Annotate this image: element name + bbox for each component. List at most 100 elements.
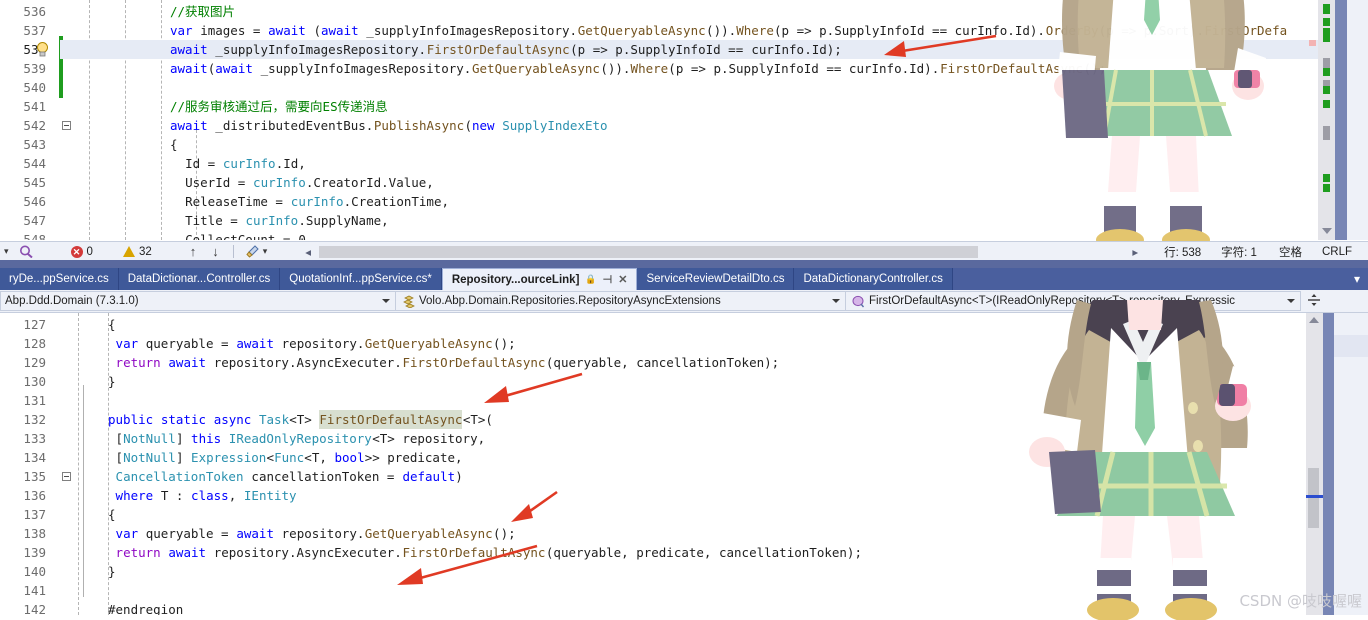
code-token: await bbox=[170, 42, 216, 57]
member-dropdown-label: FirstOrDefaultAsync<T>(IReadOnlyReposito… bbox=[869, 295, 1235, 307]
error-count-label: 0 bbox=[86, 245, 93, 258]
code-token: UserId = bbox=[185, 175, 253, 190]
tab-overflow-button[interactable]: ▾ bbox=[1346, 268, 1368, 290]
bottom-scroll-thumb[interactable] bbox=[1308, 468, 1319, 528]
code-token: //获取图片 bbox=[170, 4, 236, 19]
type-dropdown-label: Volo.Abp.Domain.Repositories.RepositoryA… bbox=[419, 295, 721, 307]
fold-toggle[interactable] bbox=[62, 121, 71, 130]
document-tab-label: DataDictionaryController.cs bbox=[803, 273, 943, 285]
top-code-lines[interactable]: 536//获取图片 537 var images = await (await _s… bbox=[0, 0, 1368, 240]
code-token: async bbox=[213, 412, 259, 427]
char-indicator: 字符: 1 bbox=[1221, 246, 1257, 259]
code-token: Task bbox=[259, 412, 290, 427]
split-view-button[interactable] bbox=[1305, 293, 1323, 309]
error-count-indicator[interactable]: ✕ 0 bbox=[65, 242, 99, 261]
member-dropdown[interactable]: FirstOrDefaultAsync<T>(IReadOnlyReposito… bbox=[846, 291, 1301, 311]
line-ending-indicator[interactable]: CRLF bbox=[1316, 242, 1358, 261]
close-icon[interactable]: ✕ bbox=[618, 273, 627, 286]
scroll-down-arrow-icon[interactable] bbox=[1322, 228, 1332, 234]
scroll-up-arrow-icon[interactable] bbox=[1309, 317, 1319, 323]
code-token: (p => p.SupplyInfoId == curInfo.Id). bbox=[774, 23, 1045, 38]
document-tab[interactable]: DataDictionaryController.cs bbox=[794, 268, 953, 290]
document-tab[interactable]: DataDictionar...Controller.cs bbox=[118, 268, 281, 290]
document-tab[interactable]: ServiceReviewDetailDto.cs bbox=[637, 268, 795, 290]
line-number: 133 bbox=[23, 431, 46, 446]
code-token: (p => p.SupplyInfoId == curInfo.Id). bbox=[668, 61, 940, 76]
code-token: static bbox=[160, 412, 214, 427]
broom-icon bbox=[246, 245, 259, 258]
indent-mode-indicator[interactable]: 空格 bbox=[1273, 242, 1308, 261]
document-tab-strip[interactable]: ryDe...ppService.cs DataDictionar...Contr… bbox=[0, 268, 1368, 290]
top-caret-marker bbox=[1309, 40, 1316, 46]
code-token: Id = bbox=[185, 156, 223, 171]
code-token: .Id, bbox=[275, 156, 306, 171]
hscroll-right-button[interactable]: ▸ bbox=[1126, 242, 1144, 261]
code-navigation-bar[interactable]: Abp.Ddd.Domain (7.3.1.0) Volo.Abp.Domain… bbox=[0, 290, 1368, 313]
code-token: >> predicate, bbox=[364, 450, 463, 465]
code-token: await bbox=[170, 118, 216, 133]
code-token: GetQueryableAsync bbox=[472, 61, 600, 76]
code-token: repository.AsyncExecuter. bbox=[213, 545, 402, 560]
code-token: return bbox=[115, 545, 169, 560]
warning-count-indicator[interactable]: 32 bbox=[117, 242, 158, 261]
bottom-editor-right-gap bbox=[1334, 313, 1368, 615]
line-number: 536 bbox=[23, 4, 46, 19]
code-token: { bbox=[108, 507, 116, 522]
fold-toggle[interactable] bbox=[62, 472, 71, 481]
cleanup-button[interactable]: ▾ bbox=[240, 242, 274, 261]
code-token: public bbox=[108, 412, 161, 427]
code-token: _supplyInfoImagesRepository. bbox=[260, 61, 472, 76]
line-indicator: 行: 538 bbox=[1164, 246, 1202, 259]
code-token: .SupplyName, bbox=[298, 213, 389, 228]
code-token: .Id); bbox=[804, 42, 842, 57]
code-token: await bbox=[170, 61, 208, 76]
top-editor-status-bar[interactable]: ▾ ✕ 0 32 ↑ ↓ ▾ ◂ ▸ 行: 538 字符: 1 空格 CRLF bbox=[0, 241, 1368, 261]
code-token: Where bbox=[736, 23, 774, 38]
code-token: var bbox=[115, 336, 146, 351]
code-token: GetQueryableAsync bbox=[364, 336, 493, 351]
scroll-marker-bookmark bbox=[1323, 126, 1330, 140]
code-token: } bbox=[108, 564, 116, 579]
hscroll-left-button[interactable]: ◂ bbox=[299, 242, 317, 261]
code-analysis-icon[interactable] bbox=[13, 242, 39, 261]
bottom-editor-right-highlight bbox=[1334, 335, 1368, 357]
code-token: this bbox=[191, 431, 229, 446]
bottom-code-lines[interactable]: 127 {128 var queryable = await repository.… bbox=[0, 313, 1368, 615]
next-issue-button[interactable]: ↓ bbox=[204, 242, 227, 261]
bottom-code-editor[interactable]: 127 {128 var queryable = await repository.… bbox=[0, 313, 1368, 615]
type-dropdown[interactable]: Volo.Abp.Domain.Repositories.RepositoryA… bbox=[396, 291, 846, 311]
prev-issue-button[interactable]: ↑ bbox=[182, 242, 205, 261]
top-editor-vertical-scrollbar[interactable] bbox=[1318, 0, 1335, 240]
code-token: PublishAsync bbox=[373, 118, 465, 133]
document-tab[interactable]: QuotationInf...ppService.cs* bbox=[280, 268, 442, 290]
code-token: curInfo bbox=[253, 175, 306, 190]
code-token: await bbox=[268, 23, 314, 38]
quick-actions-lightbulb[interactable] bbox=[36, 42, 49, 59]
status-dropdown-caret[interactable]: ▾ bbox=[0, 242, 13, 261]
code-token: OrderBy bbox=[1045, 23, 1099, 38]
code-token: [ bbox=[115, 431, 124, 446]
code-token: repository. bbox=[281, 336, 365, 351]
code-token: IReadOnlyRepository bbox=[228, 431, 372, 446]
scroll-marker-change bbox=[1323, 28, 1330, 42]
bottom-editor-vertical-scrollbar[interactable] bbox=[1306, 313, 1323, 615]
line-number: 546 bbox=[23, 194, 46, 209]
top-code-editor[interactable]: 536//获取图片 537 var images = await (await _s… bbox=[0, 0, 1368, 240]
code-token: FirstOrDefaultAsync bbox=[402, 355, 546, 370]
line-number: 543 bbox=[23, 137, 46, 152]
document-tab-label: ryDe...ppService.cs bbox=[9, 273, 109, 285]
code-token: images = bbox=[200, 23, 268, 38]
code-token: ) bbox=[455, 469, 463, 484]
pin-icon[interactable]: ⊣ bbox=[603, 273, 613, 286]
error-icon: ✕ bbox=[70, 245, 83, 258]
document-tab[interactable]: ryDe...ppService.cs bbox=[0, 268, 119, 290]
method-icon bbox=[852, 295, 865, 307]
code-token: await bbox=[236, 526, 282, 541]
project-dropdown[interactable]: Abp.Ddd.Domain (7.3.1.0) bbox=[0, 291, 396, 311]
scroll-marker-change bbox=[1323, 4, 1330, 14]
code-token: GetQueryableAsync bbox=[364, 526, 493, 541]
line-number: 131 bbox=[23, 393, 46, 408]
document-tab-active[interactable]: Repository...ourceLink] 🔒 ⊣ ✕ bbox=[441, 268, 638, 290]
top-editor-horizontal-scrollbar[interactable] bbox=[319, 245, 979, 258]
code-token: } bbox=[108, 374, 116, 389]
